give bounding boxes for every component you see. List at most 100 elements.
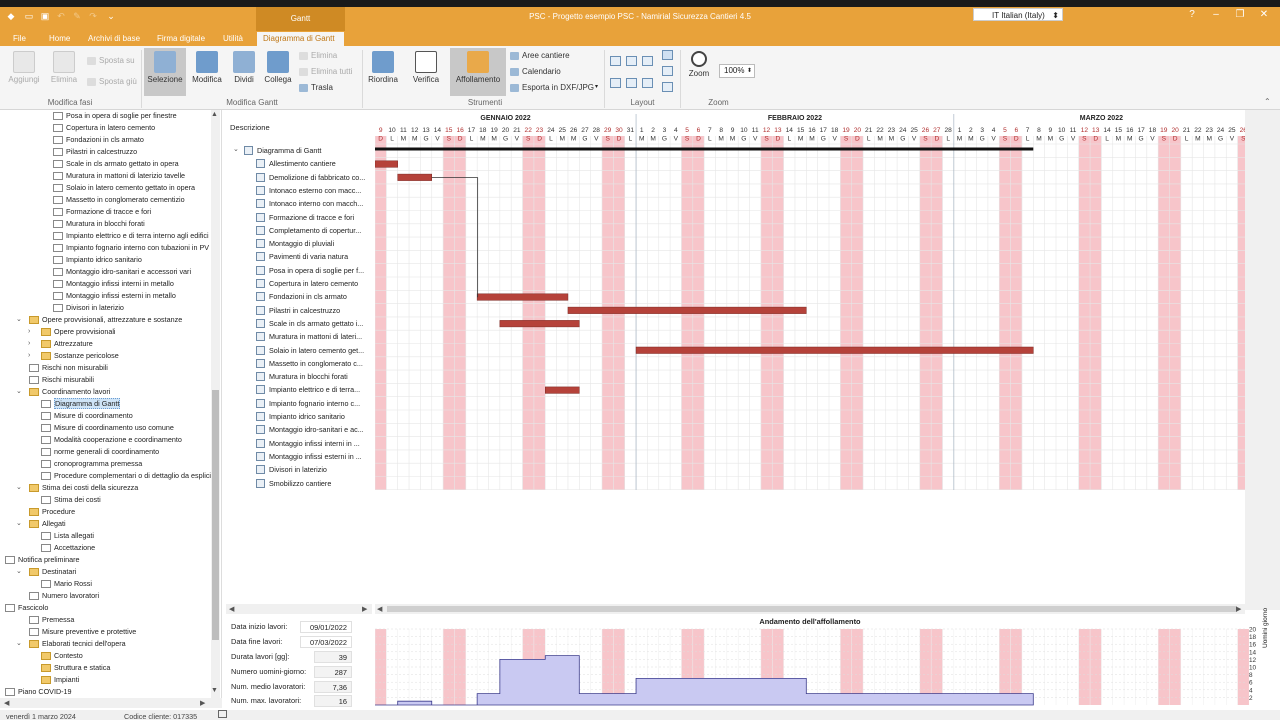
collapse-icon[interactable]: ⌄ [233, 145, 239, 153]
tree-item[interactable]: Mario Rossi [41, 578, 92, 590]
tree-item[interactable]: ⌄ Stima dei costi della sicurezza [16, 482, 138, 494]
tree-horizontal-scrollbar[interactable] [0, 698, 222, 708]
tree-item[interactable]: Numero lavoratori [29, 590, 99, 602]
tree-item[interactable]: Stima dei costi [41, 494, 101, 506]
gantt-chart[interactable]: 9 D 10 L 11 M 12 M 13 G 14 V 15 S 16 D 17 L 18 M 19 M 20 G 21 V 22… [375, 110, 1245, 490]
task-bar[interactable] [397, 173, 432, 181]
tree-item[interactable]: Impianto fognario interno con tubazioni … [53, 242, 209, 254]
task-row-label[interactable]: Pilastri in calcestruzzo [269, 304, 369, 317]
tree-item[interactable]: ⌄ Elaborati tecnici dell'opera [16, 638, 126, 650]
scroll-right-icon[interactable]: ▶ [200, 699, 205, 707]
tree-item[interactable]: Procedure [29, 506, 75, 518]
task-row-label[interactable]: Copertura in latero cemento [269, 277, 369, 290]
task-row-label[interactable]: Impianto fognario interno c... [269, 397, 369, 410]
tree-item[interactable]: Formazione di tracce e fori [53, 206, 151, 218]
task-row-label[interactable]: Impianto elettrico e di terra... [269, 383, 369, 396]
task-bar[interactable] [635, 346, 1034, 354]
task-row-label[interactable]: Demolizione di fabbricato co... [269, 171, 369, 184]
elimina-tutti-button[interactable]: Elimina tutti [298, 66, 352, 78]
minimize-button[interactable]: – [1208, 9, 1224, 20]
menu-home[interactable]: Home [43, 32, 76, 46]
layout-option-2-icon[interactable] [626, 56, 637, 66]
language-select[interactable]: IT Italian (Italy) ⬍ [973, 8, 1063, 21]
layout-option-1-icon[interactable] [610, 56, 621, 66]
layout-option-7-icon[interactable] [662, 50, 673, 60]
tree-item[interactable]: Diagramma di Gantt [41, 398, 121, 410]
tree-item[interactable]: Contesto [41, 650, 83, 662]
gantt-hscroll[interactable] [375, 604, 1245, 614]
dropdown-arrow-icon[interactable]: ▾ [595, 83, 598, 90]
task-row-label[interactable]: Scale in cls armato gettato i... [269, 317, 369, 330]
tree-item[interactable]: Impianti [41, 674, 79, 686]
sposta-su-button[interactable]: Sposta su [86, 55, 135, 67]
layout-option-3-icon[interactable] [642, 56, 653, 66]
scroll-left-icon[interactable]: ◀ [4, 699, 9, 707]
restore-button[interactable]: ❐ [1232, 9, 1248, 20]
tree-item[interactable]: Impianto elettrico e di terra interno ag… [53, 230, 209, 242]
calendario-button[interactable]: Calendario [509, 66, 561, 78]
zoom-input[interactable]: 100% ⬍ [719, 64, 755, 78]
tree-item[interactable]: Rischi non misurabili [29, 362, 108, 374]
tree-vertical-scrollbar[interactable] [211, 110, 220, 698]
tree-item[interactable]: ⌄ Allegati [16, 518, 66, 530]
tree-item[interactable]: ›Piano COVID-19 [5, 686, 72, 698]
expand-icon[interactable]: › [28, 338, 36, 350]
description-hscroll[interactable] [226, 604, 372, 614]
sposta-giu-button[interactable]: Sposta giù [86, 76, 137, 88]
scroll-right-icon[interactable]: ▶ [362, 605, 367, 613]
tree-item[interactable]: Montaggio infissi interni in metallo [53, 278, 174, 290]
close-button[interactable]: ✕ [1256, 9, 1272, 20]
task-row-label[interactable]: Montaggio idro-sanitari e ac... [269, 423, 369, 436]
tree-item[interactable]: Posa in opera di soglie per finestre [53, 110, 177, 122]
layout-option-8-icon[interactable] [662, 66, 673, 76]
tree-item[interactable]: Misure di coordinamento uso comune [41, 422, 174, 434]
help-button[interactable]: ? [1184, 9, 1200, 20]
collapse-icon[interactable]: ⌄ [16, 386, 24, 398]
expand-icon[interactable]: › [28, 326, 36, 338]
data-inizio-field[interactable]: 09/01/2022 [300, 621, 352, 633]
task-row-label[interactable]: Divisori in laterizio [269, 463, 369, 476]
layout-option-4-icon[interactable] [610, 78, 621, 88]
menu-firma[interactable]: Firma digitale [151, 32, 211, 46]
task-row-label[interactable]: Posa in opera di soglie per f... [269, 264, 369, 277]
task-row-label[interactable]: Intonaco esterno con macc... [269, 184, 369, 197]
zoom-button[interactable]: Zoom [685, 48, 713, 96]
tree-item[interactable]: Muratura in mattoni di laterizio tavelle [53, 170, 185, 182]
task-row-label[interactable]: Allestimento cantiere [269, 157, 369, 170]
collega-button[interactable]: Collega [262, 48, 294, 96]
scroll-thumb[interactable] [212, 390, 219, 640]
tree-item[interactable]: Misure preventive e protettive [29, 626, 136, 638]
task-bar[interactable] [567, 306, 807, 314]
task-row-label[interactable]: Montaggio infissi interni in ... [269, 437, 369, 450]
expand-icon[interactable]: › [28, 350, 36, 362]
tree-item[interactable]: Muratura in blocchi forati [53, 218, 145, 230]
task-bar[interactable] [545, 386, 580, 394]
tree-item[interactable]: Misure di coordinamento [41, 410, 133, 422]
aree-cantiere-button[interactable]: Aree cantiere [509, 50, 570, 62]
dividi-button[interactable]: Dividi [228, 48, 260, 96]
elimina-fase-button[interactable]: Elimina [46, 48, 82, 96]
scroll-up-icon[interactable]: ▲ [211, 111, 218, 118]
menu-file[interactable]: File [7, 32, 32, 46]
task-bar[interactable] [476, 293, 569, 301]
tree-item[interactable]: Montaggio idro-sanitari e accessori vari [53, 266, 191, 278]
tree-item[interactable]: Rischi misurabili [29, 374, 94, 386]
tree-item[interactable]: ⌄ Destinatari [16, 566, 76, 578]
layout-option-5-icon[interactable] [626, 78, 637, 88]
tree-item[interactable]: norme generali di coordinamento [41, 446, 159, 458]
aggiungi-button[interactable]: Aggiungi [6, 48, 42, 96]
task-row-label[interactable]: Intonaco interno con macch... [269, 197, 369, 210]
task-bar[interactable] [375, 160, 398, 168]
collapse-icon[interactable]: ⌄ [16, 482, 24, 494]
affollamento-button[interactable]: Affollamento [450, 48, 506, 96]
gantt-root-label[interactable]: Diagramma di Gantt [257, 144, 357, 157]
esporta-button[interactable]: Esporta in DXF/JPG [509, 82, 594, 94]
tree-item[interactable]: ⌄ Coordinamento lavori [16, 386, 110, 398]
selezione-button[interactable]: Selezione [144, 48, 186, 96]
tree-item[interactable]: Struttura e statica [41, 662, 110, 674]
task-row-label[interactable]: Fondazioni in cls armato [269, 290, 369, 303]
tree-item[interactable]: Procedure complementari o di dettaglio d… [41, 470, 211, 482]
task-row-label[interactable]: Muratura in blocchi forati [269, 370, 369, 383]
tree-item[interactable]: Accettazione [41, 542, 95, 554]
riordina-button[interactable]: Riordina [365, 48, 401, 96]
